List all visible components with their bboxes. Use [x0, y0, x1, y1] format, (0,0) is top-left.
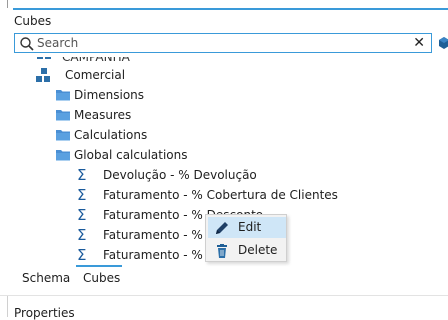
- folder-icon: [56, 110, 70, 121]
- calculation-label: Faturamento - % Lu: [103, 228, 221, 242]
- tree-node-cube-label: Comercial: [65, 68, 126, 82]
- context-menu: Edit Delete: [205, 214, 287, 262]
- pencil-icon: [216, 222, 228, 234]
- tree-folder-label: Global calculations: [74, 148, 188, 162]
- active-tab-indicator: [76, 265, 122, 267]
- calculation-label: Faturamento - % Pe: [103, 248, 221, 262]
- panel-divider: [0, 295, 448, 296]
- tab-cubes[interactable]: Cubes: [83, 271, 120, 285]
- tree-node-cube[interactable]: Comercial: [0, 65, 448, 85]
- tree-folder-measures[interactable]: Measures: [0, 105, 448, 125]
- search-icon: [20, 37, 34, 51]
- edit-menu-label: Edit: [238, 220, 262, 234]
- properties-title: Properties: [14, 306, 75, 320]
- tree-folder-global-calculations[interactable]: Global calculations: [0, 145, 448, 165]
- tree-folder-dimensions[interactable]: Dimensions: [0, 85, 448, 105]
- splitter-mark: [7, 0, 8, 8]
- tab-schema[interactable]: Schema: [22, 271, 70, 285]
- tree-calculation-item[interactable]: Σ Devolução - % Devolução: [0, 165, 448, 185]
- calculation-label: Faturamento - % Cobertura de Clientes: [103, 188, 338, 202]
- sigma-icon: Σ: [77, 226, 87, 244]
- cube-group-icon: [37, 57, 51, 59]
- panel-accent-line: [13, 8, 448, 10]
- tree-folder-calculations[interactable]: Calculations: [0, 125, 448, 145]
- edit-menu-item[interactable]: Edit: [208, 217, 286, 238]
- delete-menu-label: Delete: [238, 243, 278, 257]
- search-box[interactable]: ✕: [14, 33, 432, 53]
- clear-search-icon[interactable]: ✕: [413, 35, 425, 51]
- trash-icon: [217, 244, 227, 258]
- tree-folder-label: Measures: [74, 108, 132, 122]
- sigma-icon: Σ: [77, 166, 87, 184]
- tree-calculation-item[interactable]: Σ Faturamento - % Cobertura de Clientes: [0, 185, 448, 205]
- panel-title: Cubes: [14, 14, 52, 28]
- folder-icon: [56, 130, 70, 141]
- folder-icon: [56, 150, 70, 161]
- tab-bar: Schema Cubes: [0, 268, 448, 290]
- delete-menu-item[interactable]: Delete: [208, 240, 286, 261]
- cube-hierarchy-icon: [36, 68, 50, 82]
- sigma-icon: Σ: [77, 246, 87, 264]
- folder-icon: [56, 90, 70, 101]
- top-strip: [0, 0, 448, 8]
- search-input[interactable]: [37, 35, 407, 51]
- sigma-icon: Σ: [77, 186, 87, 204]
- cube-icon[interactable]: [438, 36, 448, 50]
- splitter-mark: [7, 296, 8, 317]
- tree-folder-label: Dimensions: [74, 88, 145, 102]
- tree-folder-label: Calculations: [74, 128, 148, 142]
- sigma-icon: Σ: [77, 206, 87, 224]
- calculation-label: Devolução - % Devolução: [103, 168, 257, 182]
